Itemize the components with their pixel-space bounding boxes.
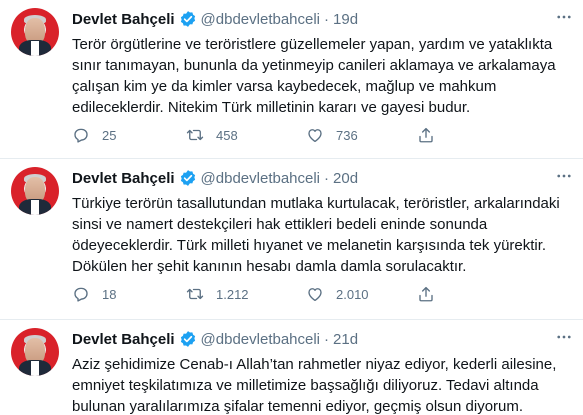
separator-dot: · [324, 330, 330, 348]
avatar[interactable] [11, 167, 59, 215]
tweet-actions: 25 458 736 [72, 126, 435, 144]
heart-icon [308, 129, 322, 143]
avatar-shirt [31, 41, 39, 56]
verified-badge-icon [180, 331, 195, 347]
reply-count: 18 [102, 286, 117, 302]
tweet-text: Aziz şehidimize Cenab-ı Allah’tan rahmet… [72, 356, 557, 415]
avatar-shirt [31, 200, 39, 215]
more-icon[interactable] [555, 328, 573, 351]
retweet-icon [186, 288, 204, 300]
separator-dot: · [324, 169, 330, 187]
tweet-text: Terör örgütlerine ve teröristlere güzell… [72, 36, 556, 116]
tweet-feed: Devlet Bahçeli @dbdevletbahceli · 19d Te… [0, 0, 583, 415]
share-icon [419, 286, 433, 302]
tweet[interactable]: Devlet Bahçeli @dbdevletbahceli · 21d Az… [0, 320, 583, 415]
avatar[interactable] [11, 8, 59, 56]
like-count: 2.010 [336, 286, 369, 302]
author-handle[interactable]: @dbdevletbahceli [201, 170, 320, 187]
like-count: 736 [336, 127, 358, 143]
separator-dot: · [324, 10, 330, 28]
reply-button[interactable]: 25 [72, 126, 171, 144]
more-icon[interactable] [555, 167, 573, 190]
tweet[interactable]: Devlet Bahçeli @dbdevletbahceli · 19d Te… [0, 0, 583, 159]
author-name[interactable]: Devlet Bahçeli [72, 170, 175, 187]
retweet-button[interactable]: 458 [186, 126, 287, 144]
tweet[interactable]: Devlet Bahçeli @dbdevletbahceli · 20d Tü… [0, 159, 583, 320]
reply-count: 25 [102, 127, 117, 143]
tweet-text: Türkiye terörün tasallutundan mutlaka ku… [72, 195, 560, 275]
reply-icon [74, 128, 88, 143]
retweet-count: 458 [216, 127, 238, 143]
retweet-button[interactable]: 1.212 [186, 285, 287, 303]
share-button[interactable] [417, 285, 435, 303]
author-handle[interactable]: @dbdevletbahceli [201, 331, 320, 348]
reply-button[interactable]: 18 [72, 285, 171, 303]
avatar-shirt [31, 361, 39, 376]
author-name[interactable]: Devlet Bahçeli [72, 331, 175, 348]
tweet-actions: 18 1.212 2.010 [72, 285, 435, 303]
avatar[interactable] [11, 328, 59, 376]
like-button[interactable]: 2.010 [306, 285, 405, 303]
tweet-header: Devlet Bahçeli @dbdevletbahceli · 21d [72, 330, 358, 348]
share-button[interactable] [417, 126, 435, 144]
tweet-header: Devlet Bahçeli @dbdevletbahceli · 19d [72, 10, 358, 28]
retweet-count: 1.212 [216, 286, 249, 302]
tweet-header: Devlet Bahçeli @dbdevletbahceli · 20d [72, 169, 358, 187]
tweet-time[interactable]: 20d [333, 170, 358, 187]
like-button[interactable]: 736 [306, 126, 405, 144]
author-handle[interactable]: @dbdevletbahceli [201, 11, 320, 28]
tweet-time[interactable]: 19d [333, 11, 358, 28]
author-name[interactable]: Devlet Bahçeli [72, 11, 175, 28]
verified-badge-icon [180, 11, 195, 27]
reply-icon [74, 287, 88, 302]
more-icon[interactable] [555, 8, 573, 31]
share-icon [419, 127, 433, 143]
heart-icon [308, 288, 322, 302]
retweet-icon [186, 129, 204, 141]
tweet-time[interactable]: 21d [333, 331, 358, 348]
verified-badge-icon [180, 170, 195, 186]
